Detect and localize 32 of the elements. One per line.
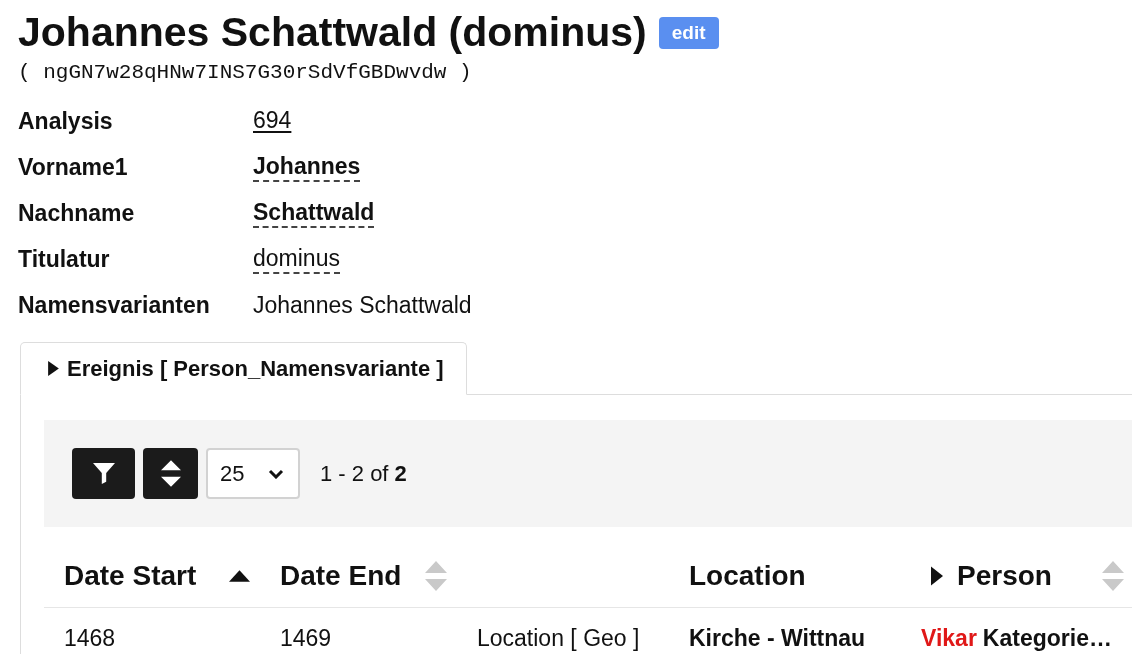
table-cell-text: Kirche - Wittnau xyxy=(689,624,866,653)
sort-button[interactable] xyxy=(143,448,198,499)
field-value: Johannes Schattwald xyxy=(253,291,472,320)
field-label: Nachname xyxy=(18,199,135,228)
field-label: Namensvarianten xyxy=(18,291,210,320)
record-id: ( ngGN7w28qHNw7INS7G30rSdVfGBDwvdw ) xyxy=(18,60,472,86)
field-label: Vorname1 xyxy=(18,153,128,182)
sort-icon xyxy=(160,460,181,487)
field-label: Titulatur xyxy=(18,245,110,274)
table-cell-text: 1469 xyxy=(280,624,332,653)
table-cell-text: Location [ Geo ] xyxy=(477,624,640,653)
table-cell-text: 1468 xyxy=(64,624,116,653)
field-label: Analysis xyxy=(18,107,113,136)
category-text: Kategorie… xyxy=(982,624,1112,653)
pagination-text: 1 - 2 of 2 xyxy=(320,460,407,487)
value-link[interactable]: 694 xyxy=(253,106,292,134)
editable-value[interactable]: dominus xyxy=(253,244,340,274)
tab[interactable]: Ereignis [ Person_Namensvariante ] xyxy=(20,342,467,395)
caret-right-icon[interactable] xyxy=(931,566,943,586)
sort-ascending-icon[interactable] xyxy=(229,570,250,582)
editable-value[interactable]: Schattwald xyxy=(253,198,375,228)
page-size-select[interactable]: 25 xyxy=(206,448,300,499)
page-title: Johannes Schattwald (dominus) xyxy=(18,8,647,57)
column-header[interactable]: Date End xyxy=(280,560,402,592)
role-text: Vikar xyxy=(921,624,977,653)
editable-value[interactable]: Johannes xyxy=(253,152,361,182)
chevron-down-icon xyxy=(268,468,284,479)
column-header[interactable]: Person xyxy=(957,560,1052,592)
column-header: Location xyxy=(689,560,806,592)
filter-button[interactable] xyxy=(72,448,135,499)
filter-icon xyxy=(92,463,115,484)
column-header[interactable]: Date Start xyxy=(64,560,197,592)
